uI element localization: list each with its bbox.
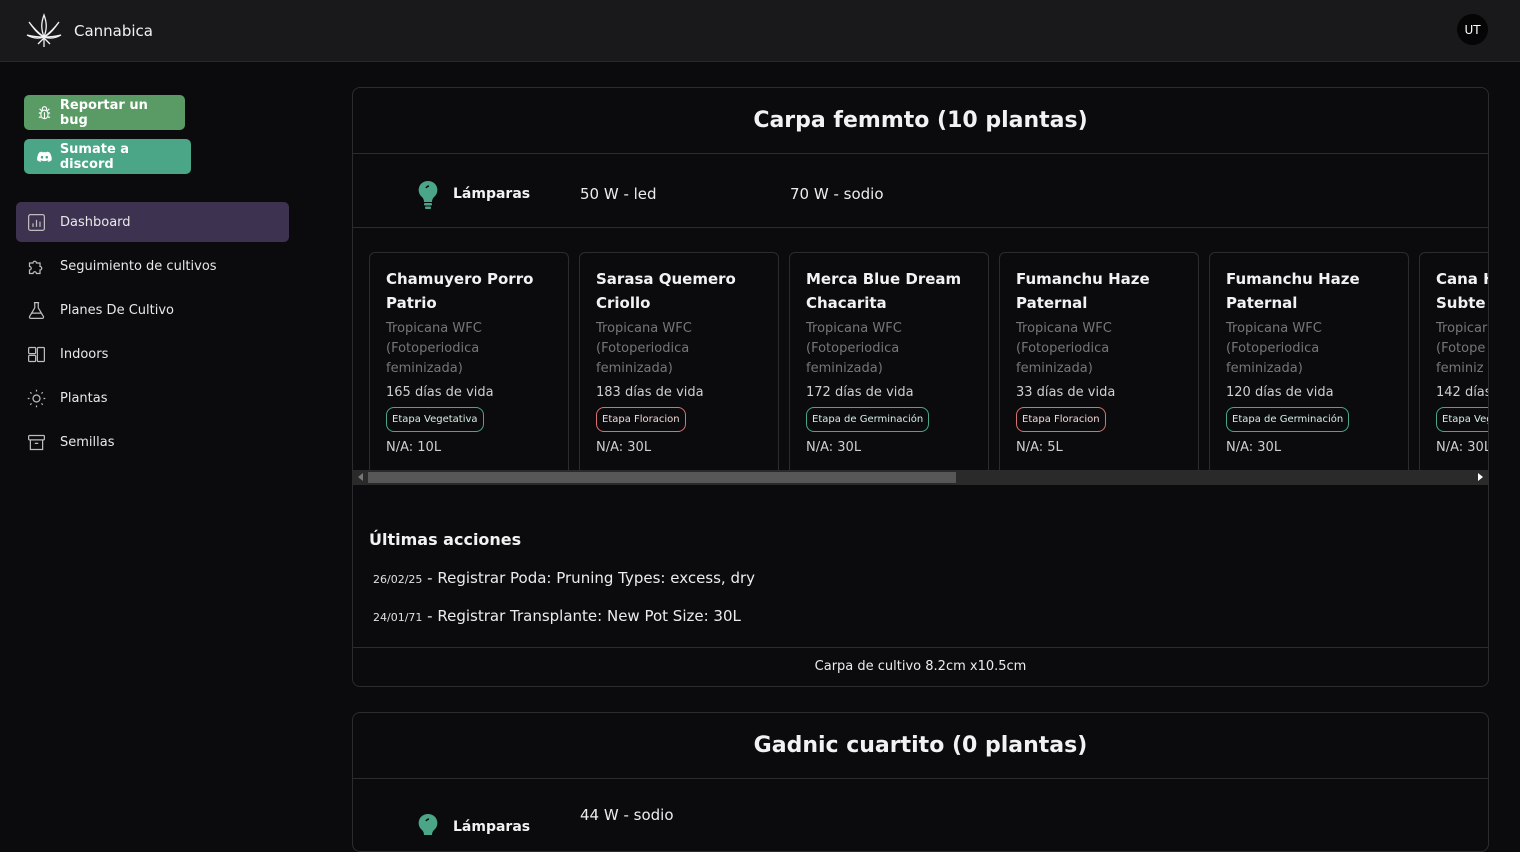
report-bug-button[interactable]: Reportar un bug bbox=[24, 95, 185, 130]
lamps-section: Lámparas 50 W - led 70 W - sodio bbox=[353, 154, 1488, 228]
report-bug-label: Reportar un bug bbox=[59, 97, 148, 128]
cannabis-leaf-icon bbox=[26, 12, 62, 47]
nav-planes[interactable]: Planes De Cultivo bbox=[16, 290, 289, 330]
plant-strain: Tropicana WFC (Fotoperiodica feminizada) bbox=[1016, 321, 1112, 376]
stage-badge: Etapa Veg bbox=[1436, 407, 1488, 432]
nav-seguimiento[interactable]: Seguimiento de cultivos bbox=[16, 246, 289, 286]
plant-strain: Tropicana WFC (Fotoperiodica feminizada) bbox=[806, 321, 902, 376]
plant-pot: N/A: 30L bbox=[806, 440, 862, 455]
lightbulb-icon bbox=[418, 180, 438, 209]
plant-card[interactable]: Chamuyero Porro Patrio Tropicana WFC (Fo… bbox=[369, 252, 569, 478]
plant-name: Fumanchu Haze Paternal bbox=[1226, 270, 1360, 312]
nav-plantas[interactable]: Plantas bbox=[16, 378, 289, 418]
layout-icon bbox=[28, 346, 45, 362]
discord-label: Sumate a discord bbox=[59, 141, 130, 172]
discord-icon bbox=[37, 151, 52, 162]
plant-name: Sarasa Quemero Criollo bbox=[596, 270, 736, 312]
stage-badge: Etapa Vegetativa bbox=[386, 407, 484, 432]
plant-name: Merca Blue Dream Chacarita bbox=[806, 270, 962, 312]
nav-dashboard[interactable]: Dashboard bbox=[16, 202, 289, 242]
nav-label: Seguimiento de cultivos bbox=[60, 258, 217, 274]
action-item: 24/01/71 - Registrar Transplante: New Po… bbox=[373, 607, 1472, 625]
sidebar: Reportar un bug Sumate a discord Dashboa… bbox=[0, 63, 305, 833]
nav-indoors[interactable]: Indoors bbox=[16, 334, 289, 374]
action-text: - Registrar Poda: Pruning Types: excess,… bbox=[422, 569, 756, 587]
stage-badge: Etapa Floracion bbox=[596, 407, 686, 432]
plant-strain: Tropicana WFC (Fotoperiodica feminizada) bbox=[386, 321, 482, 376]
plant-pot: N/A: 30L bbox=[1226, 440, 1282, 455]
plant-days: 183 días de vida bbox=[596, 385, 704, 400]
action-date: 24/01/71 bbox=[373, 611, 423, 624]
indoor-title: Carpa femmto (10 plantas) bbox=[353, 88, 1488, 154]
plant-card[interactable]: Fumanchu Haze Paternal Tropicana WFC (Fo… bbox=[999, 252, 1199, 478]
plant-card[interactable]: Merca Blue Dream Chacarita Tropicana WFC… bbox=[789, 252, 989, 478]
lamps-label: Lámparas bbox=[453, 186, 531, 202]
plants-carousel[interactable]: Chamuyero Porro Patrio Tropicana WFC (Fo… bbox=[353, 228, 1488, 510]
action-item: 26/02/25 - Registrar Poda: Pruning Types… bbox=[373, 569, 1472, 587]
plant-pot: N/A: 30L bbox=[1436, 440, 1489, 455]
plant-days: 142 días bbox=[1436, 385, 1489, 400]
lamp-value: 44 W - sodio bbox=[580, 806, 674, 824]
lamp-value: 70 W - sodio bbox=[790, 185, 884, 203]
chart-icon bbox=[28, 213, 45, 231]
lamp-value: 50 W - led bbox=[580, 185, 657, 203]
brand[interactable]: Cannabica bbox=[24, 11, 153, 51]
nav-label: Dashboard bbox=[60, 214, 131, 230]
plant-strain: Tropicana WFC (Fotoperiodica feminizada) bbox=[1226, 321, 1322, 376]
plant-days: 120 días de vida bbox=[1226, 385, 1334, 400]
bug-icon bbox=[38, 105, 51, 119]
horizontal-scrollbar[interactable] bbox=[353, 470, 1488, 485]
plant-pot: N/A: 5L bbox=[1016, 440, 1063, 455]
plant-card[interactable]: Fumanchu Haze Paternal Tropicana WFC (Fo… bbox=[1209, 252, 1409, 478]
recent-actions: Últimas acciones 26/02/25 - Registrar Po… bbox=[353, 510, 1488, 648]
indoor-card: Gadnic cuartito (0 plantas) Lámparas 44 … bbox=[352, 712, 1489, 852]
plant-name: Cana H Subte bbox=[1436, 270, 1488, 312]
nav-label: Plantas bbox=[60, 390, 108, 406]
indoor-title: Gadnic cuartito (0 plantas) bbox=[353, 713, 1488, 779]
actions-title: Últimas acciones bbox=[369, 530, 522, 549]
action-date: 26/02/25 bbox=[373, 573, 423, 586]
action-text: - Registrar Transplante: New Pot Size: 3… bbox=[422, 607, 741, 625]
nav-semillas[interactable]: Semillas bbox=[16, 422, 289, 462]
plant-days: 33 días de vida bbox=[1016, 385, 1116, 400]
puzzle-icon bbox=[28, 260, 43, 274]
stage-badge: Etapa Floracion bbox=[1016, 407, 1106, 432]
scroll-thumb[interactable] bbox=[368, 472, 956, 483]
plant-days: 172 días de vida bbox=[806, 385, 914, 400]
indoor-card: Carpa femmto (10 plantas) Lámparas 50 W … bbox=[352, 87, 1489, 687]
nav-label: Semillas bbox=[60, 434, 115, 450]
lamps-section: Lámparas 44 W - sodio bbox=[353, 779, 1488, 851]
scroll-right-arrow[interactable] bbox=[1478, 473, 1483, 481]
scroll-left-arrow[interactable] bbox=[358, 473, 363, 481]
plant-name: Fumanchu Haze Paternal bbox=[1016, 270, 1150, 312]
plant-strain: Tropicar (Fotope feminiz bbox=[1436, 321, 1488, 376]
plant-card[interactable]: Cana H Subte Tropicar (Fotope feminiz 14… bbox=[1419, 252, 1489, 478]
discord-button[interactable]: Sumate a discord bbox=[24, 139, 191, 174]
plant-pot: N/A: 30L bbox=[596, 440, 652, 455]
indoor-footer: Carpa de cultivo 8.2cm x10.5cm bbox=[814, 659, 1027, 674]
top-bar: Cannabica UT bbox=[0, 0, 1520, 62]
nav-label: Planes De Cultivo bbox=[60, 302, 174, 318]
user-avatar[interactable]: UT bbox=[1457, 14, 1488, 45]
lightbulb-icon bbox=[418, 813, 438, 835]
sun-icon bbox=[27, 389, 46, 407]
stage-badge: Etapa de Germinación bbox=[1226, 407, 1350, 432]
nav-label: Indoors bbox=[60, 346, 109, 362]
flask-icon bbox=[28, 301, 45, 319]
stage-badge: Etapa de Germinación bbox=[806, 407, 930, 432]
plant-name: Chamuyero Porro Patrio bbox=[386, 270, 534, 312]
app-name: Cannabica bbox=[74, 21, 153, 40]
plant-card[interactable]: Sarasa Quemero Criollo Tropicana WFC (Fo… bbox=[579, 252, 779, 478]
plant-days: 165 días de vida bbox=[386, 385, 494, 400]
archive-icon bbox=[28, 434, 45, 450]
plant-pot: N/A: 10L bbox=[386, 440, 442, 455]
plant-strain: Tropicana WFC (Fotoperiodica feminizada) bbox=[596, 321, 692, 376]
